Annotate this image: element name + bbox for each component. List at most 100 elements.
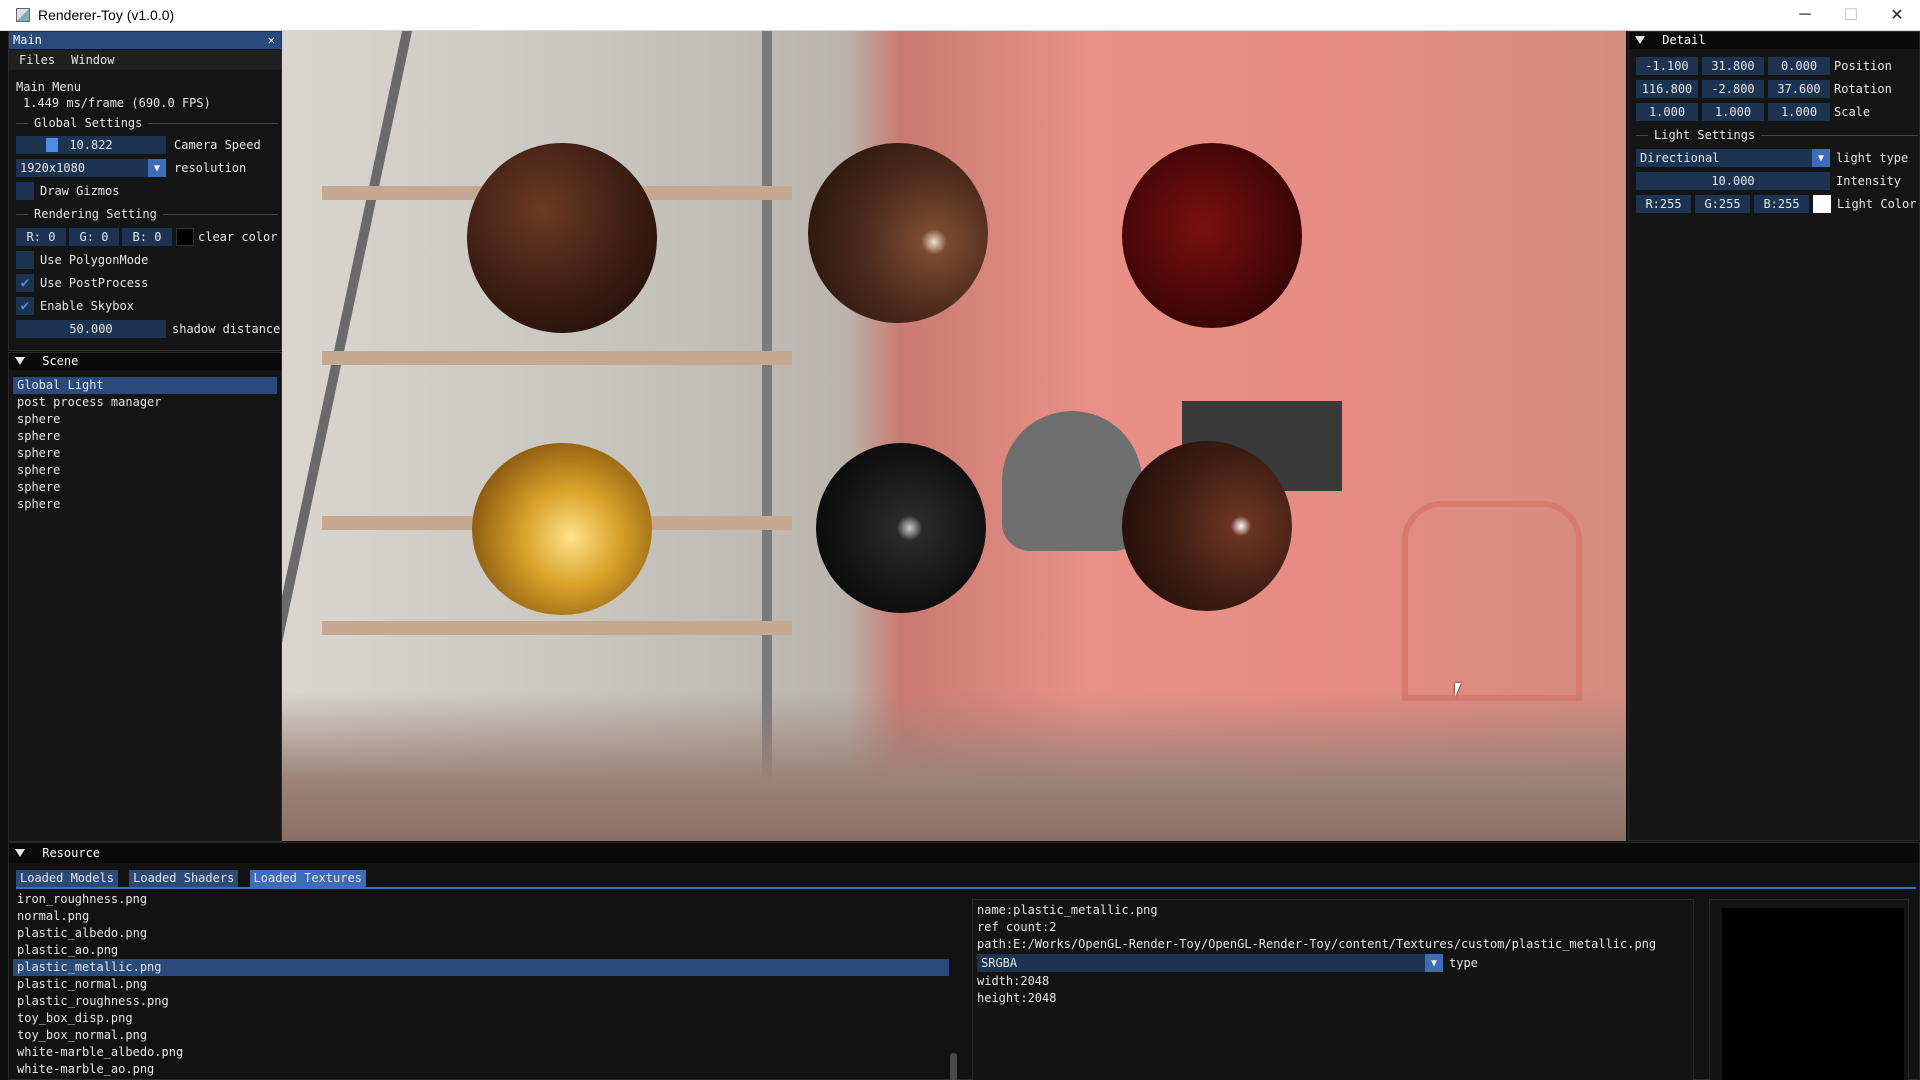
position-z[interactable]: 0.000 [1768, 57, 1830, 75]
scene-panel-title: Scene [42, 354, 79, 368]
polygon-mode-checkbox[interactable] [16, 251, 34, 269]
rendering-setting-separator: Rendering Setting [16, 204, 278, 224]
resource-panel: Resource Loaded Models Loaded Shaders Lo… [8, 842, 1920, 1080]
collapse-arrow-icon[interactable] [15, 357, 25, 365]
position-x[interactable]: -1.100 [1636, 57, 1698, 75]
light-settings-label: Light Settings [1654, 128, 1756, 142]
chevron-down-icon[interactable]: ▼ [1425, 954, 1443, 972]
skybox-row: ✔ Enable Skybox [16, 296, 134, 316]
texture-item[interactable]: plastic_normal.png [13, 976, 949, 993]
window-title: Renderer-Toy (v1.0.0) [38, 7, 175, 23]
texture-item[interactable]: toy_box_normal.png [13, 1027, 949, 1044]
clear-color-r[interactable]: R: 0 [16, 228, 66, 246]
scene-item-sphere[interactable]: sphere [13, 445, 277, 462]
postprocess-row: ✔ Use PostProcess [16, 273, 148, 293]
sphere-brown[interactable] [1122, 441, 1292, 611]
clear-color-b[interactable]: B: 0 [122, 228, 172, 246]
texture-item[interactable]: plastic_albedo.png [13, 925, 949, 942]
texture-item[interactable]: iron_roughness.png [13, 891, 949, 908]
light-color-r[interactable]: R:255 [1636, 195, 1691, 213]
menu-files[interactable]: Files [19, 53, 55, 67]
draw-gizmos-checkbox[interactable] [16, 182, 34, 200]
detail-panel-title-bar[interactable]: Detail [1629, 32, 1919, 49]
texture-ref-count: ref count:2 [977, 920, 1057, 934]
scene-item-global-light[interactable]: Global Light [13, 377, 277, 394]
rotation-z[interactable]: 37.600 [1768, 80, 1830, 98]
rotation-row: 116.800 -2.800 37.600 Rotation [1636, 79, 1892, 99]
postprocess-checkbox[interactable]: ✔ [16, 274, 34, 292]
resolution-combo[interactable]: 1920x1080 ▼ [16, 159, 166, 177]
texture-format-combo[interactable]: SRGBA ▼ [977, 954, 1443, 972]
skybox-checkbox[interactable]: ✔ [16, 297, 34, 315]
sphere-gold[interactable] [472, 443, 652, 615]
position-y[interactable]: 31.800 [1702, 57, 1764, 75]
draw-gizmos-label: Draw Gizmos [40, 184, 120, 198]
rotation-label: Rotation [1834, 82, 1892, 96]
position-row: -1.100 31.800 0.000 Position [1636, 56, 1892, 76]
tab-loaded-models[interactable]: Loaded Models [16, 870, 118, 887]
texture-item-selected[interactable]: plastic_metallic.png [13, 959, 949, 976]
clear-color-swatch[interactable] [176, 228, 194, 246]
texture-preview-image [1722, 908, 1904, 1080]
sphere-red[interactable] [1122, 143, 1302, 328]
window-titlebar: Renderer-Toy (v1.0.0) ─ ☐ ✕ [0, 0, 1920, 31]
close-window-button[interactable]: ✕ [1874, 0, 1920, 30]
texture-item[interactable]: white-marble_albedo.png [13, 1044, 949, 1061]
minimize-button[interactable]: ─ [1782, 0, 1828, 30]
resolution-row: 1920x1080 ▼ resolution [16, 158, 246, 178]
chevron-down-icon[interactable]: ▼ [148, 159, 166, 177]
render-viewport[interactable] [282, 31, 1626, 841]
texture-list-scrollbar[interactable] [950, 1053, 957, 1080]
tab-loaded-textures[interactable]: Loaded Textures [249, 870, 366, 887]
scene-panel-title-bar[interactable]: Scene [9, 353, 281, 370]
collapse-arrow-icon[interactable] [1635, 36, 1645, 44]
close-icon[interactable]: ✕ [268, 32, 275, 49]
texture-height: height:2048 [977, 991, 1057, 1005]
intensity-label: Intensity [1836, 174, 1902, 188]
shadow-distance-field[interactable]: 50.000 [16, 320, 166, 338]
main-panel-title-bar[interactable]: Main ✕ [9, 32, 281, 49]
light-color-g[interactable]: G:255 [1695, 195, 1750, 213]
slider-grab-icon[interactable] [46, 138, 58, 152]
sphere-wood[interactable] [808, 143, 988, 323]
scene-item-sphere[interactable]: sphere [13, 462, 277, 479]
chevron-down-icon[interactable]: ▼ [1812, 149, 1830, 167]
resource-panel-title: Resource [42, 846, 101, 860]
intensity-field[interactable]: 10.000 [1636, 172, 1830, 190]
intensity-row: 10.000 Intensity [1636, 171, 1901, 191]
resolution-label: resolution [174, 161, 247, 175]
main-menu-bar: Files Window [9, 50, 281, 70]
sphere-rusty[interactable] [467, 143, 657, 333]
texture-item[interactable]: toy_box_disp.png [13, 1010, 949, 1027]
maximize-button[interactable]: ☐ [1828, 0, 1874, 30]
scene-item-sphere[interactable]: sphere [13, 479, 277, 496]
resource-panel-title-bar[interactable]: Resource [9, 843, 1919, 863]
camera-speed-slider[interactable]: 10.822 [16, 136, 166, 154]
menu-window[interactable]: Window [71, 53, 114, 67]
scene-item-sphere[interactable]: sphere [13, 496, 277, 513]
rotation-x[interactable]: 116.800 [1636, 80, 1698, 98]
shelf-board [322, 621, 792, 635]
scene-item-sphere[interactable]: sphere [13, 411, 277, 428]
light-color-b[interactable]: B:255 [1754, 195, 1809, 213]
rotation-y[interactable]: -2.800 [1702, 80, 1764, 98]
texture-item[interactable]: normal.png [13, 908, 949, 925]
scale-label: Scale [1834, 105, 1871, 119]
scene-item-post-process[interactable]: post process manager [13, 394, 277, 411]
light-color-swatch[interactable] [1813, 195, 1831, 213]
scale-y[interactable]: 1.000 [1702, 103, 1764, 121]
texture-item[interactable]: white-marble_ao.png [13, 1061, 949, 1078]
texture-item[interactable]: plastic_roughness.png [13, 993, 949, 1010]
clear-color-g[interactable]: G: 0 [69, 228, 119, 246]
scale-z[interactable]: 1.000 [1768, 103, 1830, 121]
texture-format-label: type [1449, 956, 1478, 970]
scene-item-sphere[interactable]: sphere [13, 428, 277, 445]
collapse-arrow-icon[interactable] [15, 849, 25, 857]
light-type-combo[interactable]: Directional ▼ [1636, 149, 1830, 167]
sphere-black-marble[interactable] [816, 443, 986, 613]
texture-name: name:plastic_metallic.png [977, 903, 1158, 917]
tab-loaded-shaders[interactable]: Loaded Shaders [129, 870, 239, 887]
texture-item[interactable]: plastic_ao.png [13, 942, 949, 959]
scale-x[interactable]: 1.000 [1636, 103, 1698, 121]
app-icon [16, 8, 30, 22]
